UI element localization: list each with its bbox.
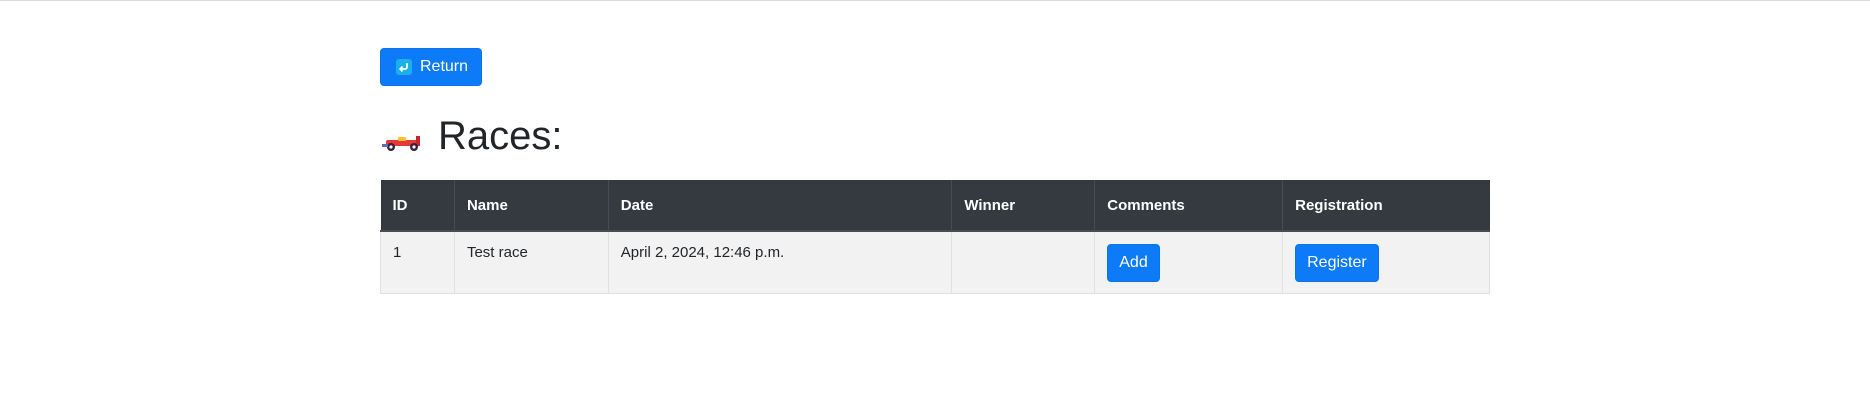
- header-winner: Winner: [951, 180, 1096, 232]
- header-comments: Comments: [1094, 180, 1284, 232]
- cell-id: 1: [380, 230, 455, 294]
- header-name: Name: [454, 180, 609, 232]
- return-button[interactable]: Return: [380, 48, 483, 86]
- return-arrow-icon: [396, 59, 412, 75]
- top-divider: [0, 0, 1870, 1]
- header-id: ID: [380, 180, 455, 232]
- race-car-icon: [380, 131, 424, 155]
- title-row: Races:: [380, 114, 1490, 158]
- add-comment-button[interactable]: Add: [1107, 244, 1160, 282]
- page-title: Races:: [438, 114, 563, 158]
- return-button-label: Return: [420, 58, 469, 75]
- table-header-row: ID Name Date Winner Comments Registratio…: [380, 180, 1490, 232]
- header-date: Date: [608, 180, 953, 232]
- header-registration: Registration: [1282, 180, 1490, 232]
- cell-registration: Register: [1282, 230, 1490, 294]
- cell-winner: [951, 230, 1096, 294]
- cell-name: Test race: [453, 230, 609, 294]
- races-table: ID Name Date Winner Comments Registratio…: [380, 180, 1490, 294]
- cell-date: April 2, 2024, 12:46 p.m.: [607, 230, 953, 294]
- register-button[interactable]: Register: [1295, 244, 1379, 282]
- main-container: Return Races: ID Name Date Winner Commen…: [380, 48, 1490, 294]
- cell-comments: Add: [1094, 230, 1284, 294]
- table-row: 1 Test race April 2, 2024, 12:46 p.m. Ad…: [380, 230, 1490, 294]
